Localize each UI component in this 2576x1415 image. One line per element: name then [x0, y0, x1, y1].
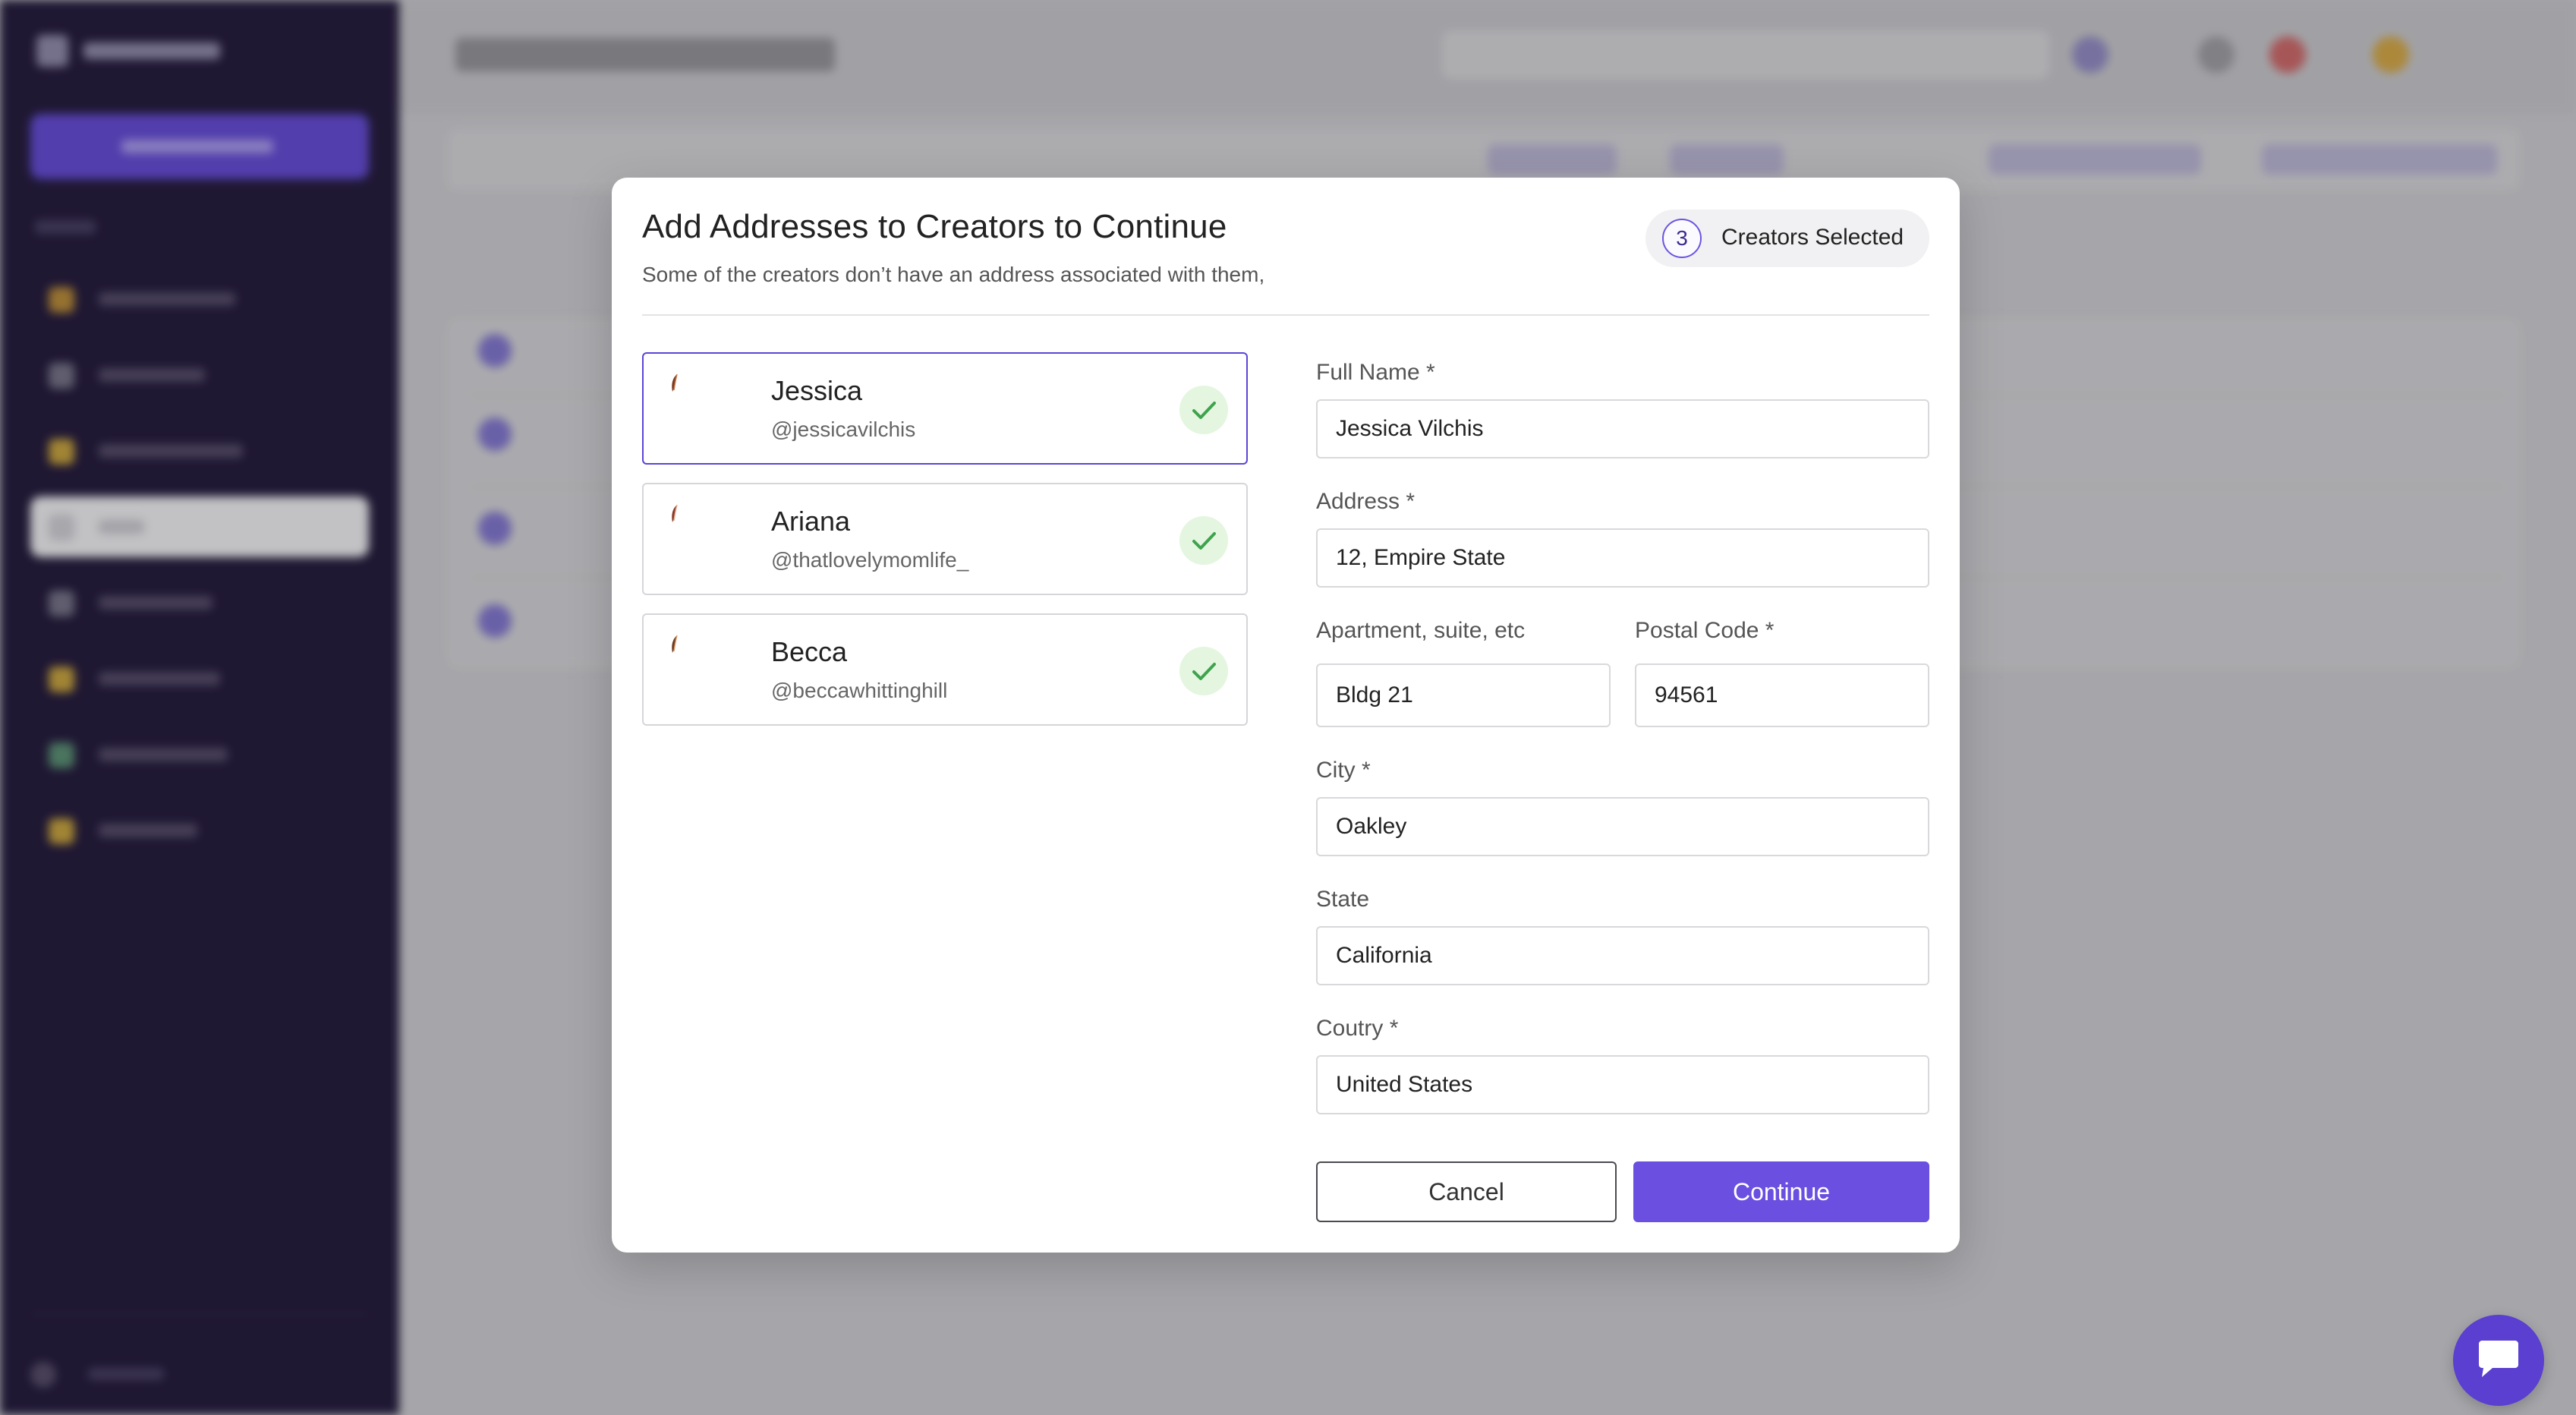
apartment-input[interactable]: [1316, 663, 1611, 727]
check-icon: [1179, 386, 1228, 434]
chat-button[interactable]: [2453, 1315, 2544, 1406]
address-label: Address *: [1316, 489, 1416, 514]
creator-handle: @thatlovelymomlife_: [771, 548, 969, 572]
header-divider: [642, 314, 1929, 316]
creator-card-becca[interactable]: Becca @beccawhittinghill: [642, 613, 1248, 726]
creator-card-jessica[interactable]: Jessica @jessicavilchis: [642, 352, 1248, 465]
avatar: [672, 635, 678, 653]
creator-handle: @beccawhittinghill: [771, 679, 948, 702]
add-addresses-modal: Add Addresses to Creators to Continue So…: [612, 178, 1960, 1253]
avatar: [672, 504, 678, 522]
modal-subtitle: Some of the creators don’t have an addre…: [642, 263, 1265, 286]
creator-name: Ariana: [771, 506, 851, 537]
city-input[interactable]: [1316, 797, 1929, 856]
full-name-label: Full Name *: [1316, 360, 1435, 385]
modal-title: Add Addresses to Creators to Continue: [642, 208, 1227, 245]
city-label: City *: [1316, 758, 1371, 783]
full-name-input[interactable]: [1316, 399, 1929, 459]
check-icon: [1179, 516, 1228, 565]
creator-handle: @jessicavilchis: [771, 418, 916, 441]
check-icon: [1179, 647, 1228, 695]
creator-name: Becca: [771, 636, 848, 667]
avatar: [672, 373, 678, 392]
continue-button[interactable]: Continue: [1633, 1161, 1929, 1222]
selected-count: 3: [1662, 219, 1702, 258]
state-input[interactable]: [1316, 926, 1929, 985]
creator-card-ariana[interactable]: Ariana @thatlovelymomlife_: [642, 483, 1248, 595]
postal-code-label: Postal Code *: [1635, 618, 1775, 643]
country-input[interactable]: [1316, 1055, 1929, 1114]
creator-name: Jessica: [771, 375, 863, 406]
creators-selected-badge: 3 Creators Selected: [1645, 210, 1929, 267]
apartment-label: Apartment, suite, etc: [1316, 618, 1526, 643]
selected-label: Creators Selected: [1721, 225, 1904, 250]
postal-code-input[interactable]: [1635, 663, 1929, 727]
address-input[interactable]: [1316, 528, 1929, 588]
country-label: Coutry *: [1316, 1016, 1399, 1041]
cancel-button[interactable]: Cancel: [1316, 1161, 1617, 1222]
state-label: State: [1316, 887, 1370, 912]
chat-icon: [2479, 1341, 2518, 1377]
